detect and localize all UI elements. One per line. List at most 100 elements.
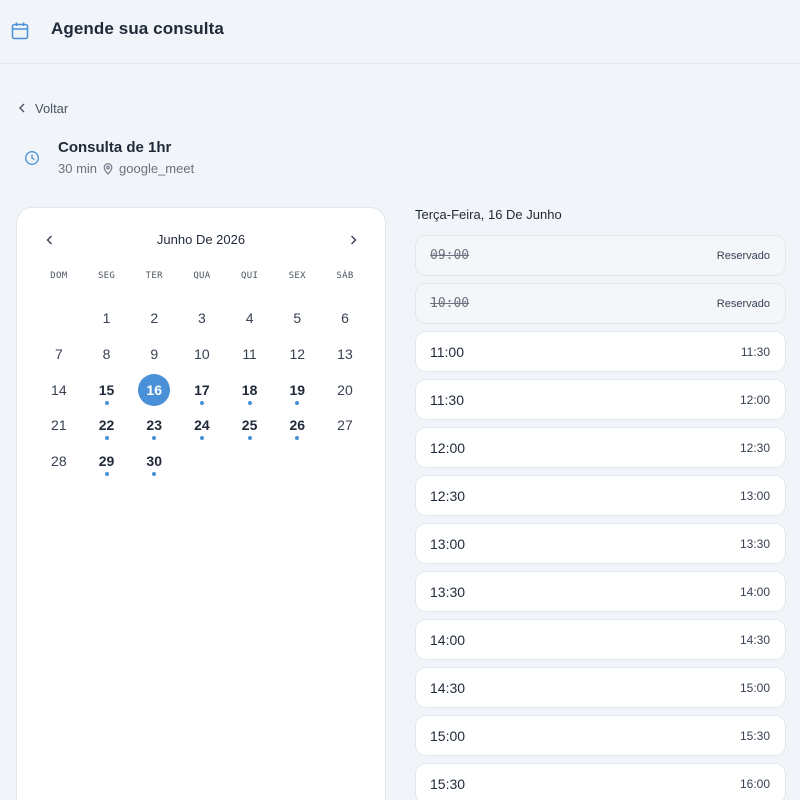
calendar-week-row: 1 2 3 4 5 6: [35, 300, 369, 336]
clock-icon: [24, 150, 40, 166]
calendar-day-available[interactable]: 23: [130, 407, 178, 443]
calendar-day: 10: [194, 345, 210, 362]
calendar-day-empty: [273, 443, 321, 479]
slot-start-time: 15:00: [430, 727, 466, 744]
calendar-day-available[interactable]: 25: [226, 407, 274, 443]
page-title: Agende sua consulta: [51, 19, 224, 38]
selected-day-label: 16: [138, 373, 171, 406]
event-meta: 30 min google_meet: [58, 161, 194, 176]
time-slot-button[interactable]: 13:30 14:00: [415, 571, 786, 612]
calendar-day-empty: [35, 300, 83, 336]
calendar-day: 6: [341, 310, 349, 326]
calendar-day: 28: [51, 453, 67, 470]
time-slot-button[interactable]: 13:00 13:30: [415, 523, 786, 564]
slot-start-time: 12:30: [430, 487, 466, 504]
calendar-day: 7: [54, 345, 63, 362]
slot-end-time: 12:30: [739, 440, 770, 455]
calendar-day: 9: [150, 345, 159, 362]
slot-start-time: 14:30: [430, 679, 466, 696]
slot-start-time: 14:00: [430, 631, 466, 648]
slot-end-time: 15:30: [739, 728, 770, 743]
calendar-day-empty: [178, 443, 226, 479]
weekday-label: TER: [145, 271, 163, 281]
slot-start-time: 10:00: [430, 296, 470, 311]
calendar-day-empty: [226, 443, 274, 479]
top-bar: Agende sua consulta: [0, 0, 800, 64]
weekday-label: SEX: [288, 271, 306, 281]
slot-end-time: 13:00: [739, 488, 770, 503]
slot-start-time: 11:30: [430, 391, 464, 408]
back-label: Voltar: [35, 100, 69, 116]
event-location: google_meet: [119, 161, 195, 176]
calendar-day-available[interactable]: 24: [178, 407, 226, 443]
back-button[interactable]: Voltar: [18, 98, 68, 118]
slot-booked-label: Reservado: [716, 249, 770, 262]
weekday-label: SEG: [97, 271, 116, 281]
calendar-day: 1: [102, 310, 111, 326]
time-slot-booked: 10:00 Reservado: [415, 283, 786, 324]
slot-end-time: 13:30: [739, 536, 770, 551]
event-duration: 30 min: [58, 161, 98, 176]
calendar-day-available[interactable]: 15: [83, 372, 131, 408]
calendar-icon: [10, 21, 30, 41]
calendar-day: 12: [289, 345, 306, 362]
calendar-day-available[interactable]: 19: [273, 372, 321, 408]
calendar-panel: Junho De 2026 DOM SEG TER QUA QUI SEX SÁB 1234…: [16, 207, 386, 800]
weekday-label: QUA: [193, 271, 211, 281]
calendar-day-available[interactable]: 26: [273, 407, 321, 443]
time-slot-button[interactable]: 15:00 15:30: [415, 715, 786, 756]
calendar-day: 20: [337, 381, 353, 398]
slot-start-time: 15:30: [430, 775, 466, 792]
slot-start-time: 13:00: [430, 535, 466, 552]
time-slot-button[interactable]: 15:30 16:00: [415, 763, 786, 800]
calendar-day-selected[interactable]: 16: [130, 372, 178, 408]
weekday-label: DOM: [50, 271, 68, 281]
calendar-month-label: Junho De 2026: [156, 232, 246, 247]
calendar-day: 14: [51, 381, 67, 398]
slot-end-time: 14:30: [739, 632, 770, 647]
slot-start-time: 12:00: [430, 439, 466, 456]
calendar-day-available[interactable]: 30: [130, 443, 178, 479]
calendar-day: 8: [102, 345, 111, 362]
time-slot-button[interactable]: 14:00 14:30: [415, 619, 786, 660]
calendar-day-available[interactable]: 17: [178, 372, 226, 408]
calendar-day-available[interactable]: 29: [83, 443, 131, 479]
calendar-day: 11: [242, 345, 257, 362]
slot-start-time: 09:00: [430, 248, 470, 263]
slot-end-time: 14:00: [739, 584, 770, 599]
time-slot-booked: 09:00 Reservado: [415, 235, 786, 276]
slot-end-time: 16:00: [739, 776, 770, 791]
slot-booked-label: Reservado: [716, 297, 770, 310]
weekday-label: QUI: [241, 271, 259, 281]
calendar-week-row: 21 22 23 24 25 26 27: [35, 407, 369, 443]
calendar-day: 13: [337, 345, 353, 362]
time-slot-button[interactable]: 11:00 11:30: [415, 331, 786, 372]
slots-date-title: Terça-Feira, 16 De Junho: [415, 207, 562, 222]
calendar-week-row: 7 8 9 10 11 12 13: [35, 336, 369, 372]
slot-start-time: 13:30: [430, 583, 466, 600]
location-pin-icon: [103, 162, 113, 175]
calendar-header: Junho De 2026: [17, 230, 385, 250]
calendar-day: 3: [198, 310, 206, 326]
calendar-week-row: 28 29 30: [35, 443, 369, 479]
calendar-week-row: 14 15 16 17 18 19 20: [35, 372, 369, 408]
time-slot-button[interactable]: 14:30 15:00: [415, 667, 786, 708]
weekday-header: DOM SEG TER QUA QUI SEX SÁB: [35, 271, 369, 281]
weekday-label: SÁB: [336, 271, 354, 281]
slot-end-time: 12:00: [739, 392, 770, 407]
calendar-day: 27: [337, 417, 353, 434]
time-slot-button[interactable]: 12:30 13:00: [415, 475, 786, 516]
event-name: Consulta de 1hr: [58, 139, 172, 156]
calendar-day: 5: [293, 310, 302, 326]
calendar-day-empty: [321, 443, 369, 479]
time-slot-button[interactable]: 11:30 12:00: [415, 379, 786, 420]
time-slot-button[interactable]: 12:00 12:30: [415, 427, 786, 468]
calendar-day: 2: [150, 310, 159, 326]
slot-end-time: 15:00: [739, 680, 770, 695]
calendar-day-available[interactable]: 22: [83, 407, 131, 443]
calendar-day: 21: [51, 417, 67, 434]
slot-start-time: 11:00: [430, 343, 464, 360]
calendar-day-available[interactable]: 18: [226, 372, 274, 408]
next-month-button[interactable]: [345, 232, 361, 248]
slot-end-time: 11:30: [740, 344, 770, 359]
